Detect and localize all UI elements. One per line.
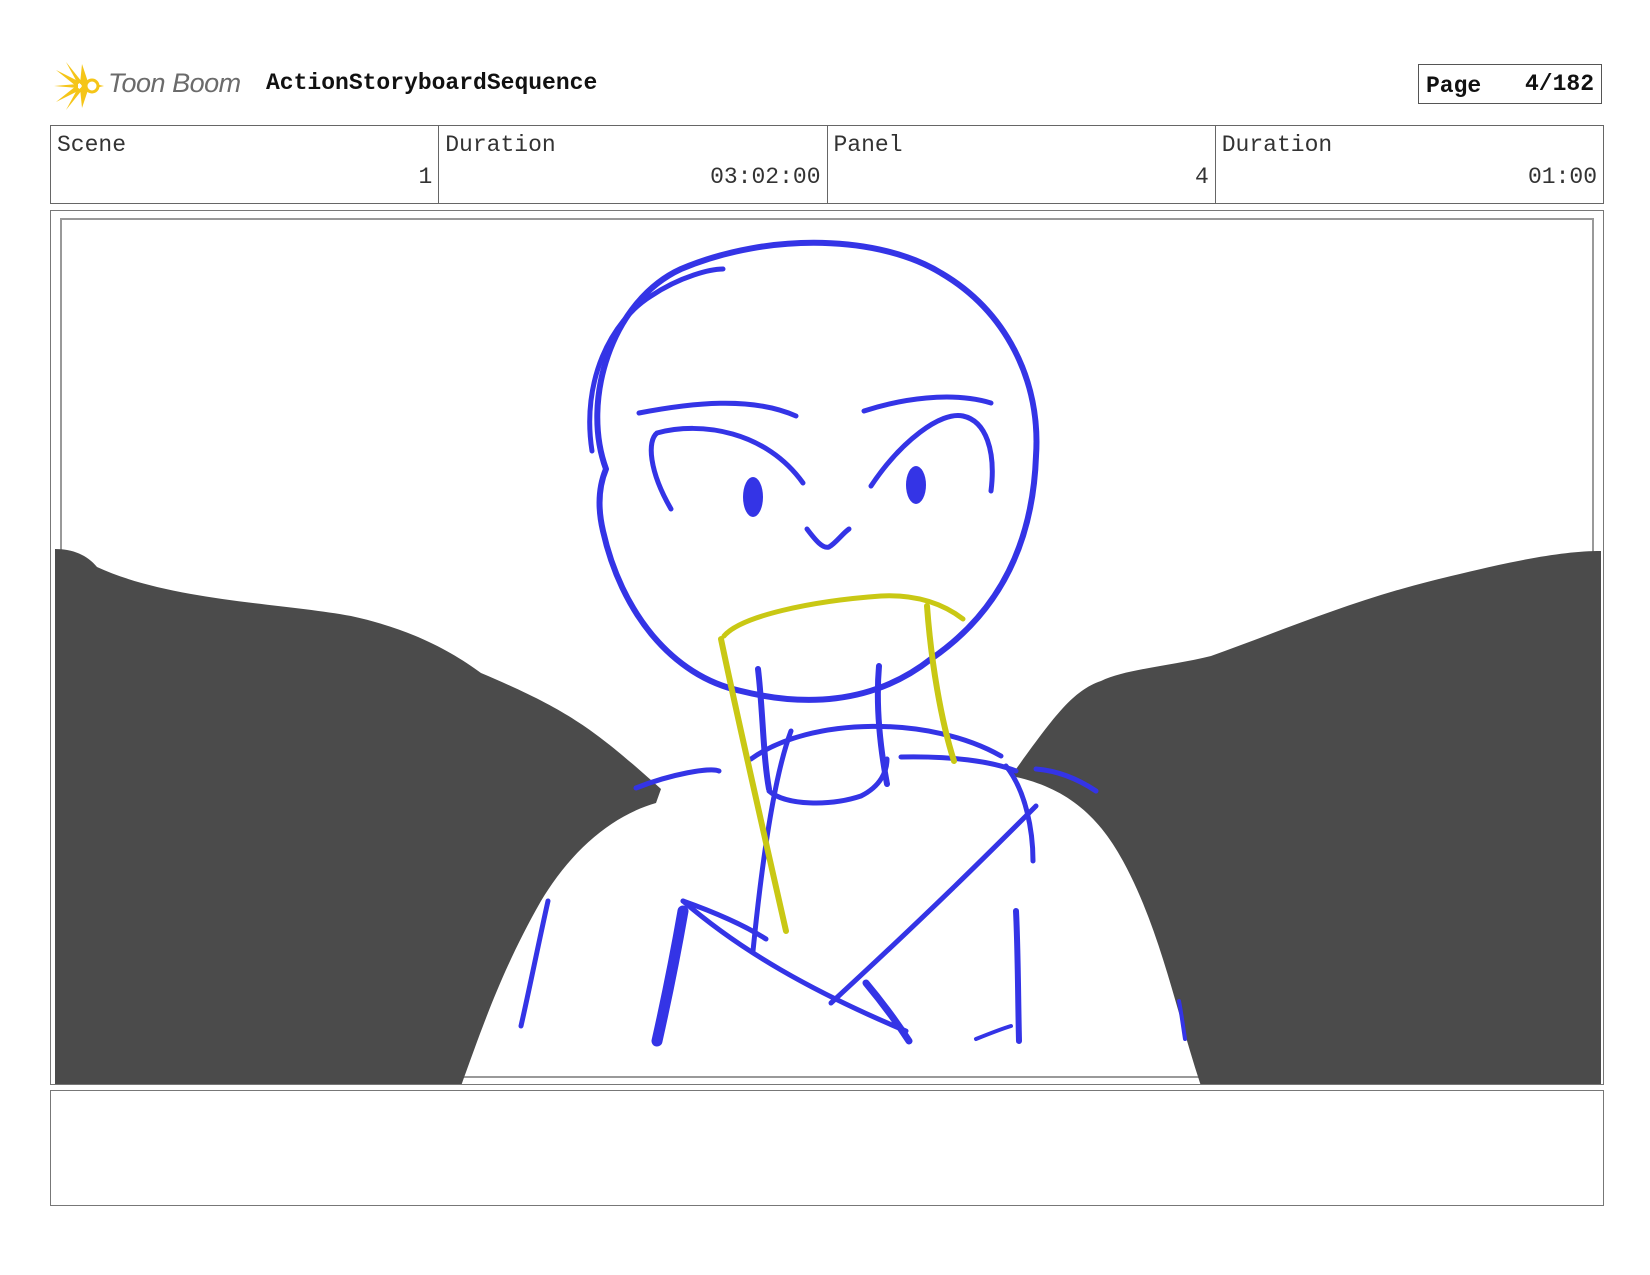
- scene-label: Scene: [57, 132, 127, 158]
- starburst-logo-icon: [54, 62, 104, 110]
- collar-front: [766, 756, 890, 806]
- project-title: ActionStoryboardSequence: [266, 70, 598, 96]
- arm-bold-left: [651, 905, 689, 1047]
- mouth: [804, 526, 852, 550]
- torso-v-right: [862, 979, 913, 1045]
- yellow-sketch-lines: [718, 593, 966, 934]
- right-eye: [906, 466, 926, 504]
- torso-right-hem: [974, 1024, 1013, 1041]
- panel-label: Panel: [833, 132, 903, 158]
- storyboard-panel: [50, 210, 1604, 1085]
- scene-duration-label: Duration: [445, 132, 556, 158]
- left-eye: [743, 477, 763, 517]
- panel-notes-box[interactable]: [50, 1090, 1604, 1206]
- logo-text: Toon Boom: [108, 68, 241, 98]
- panel-duration-label: Duration: [1221, 132, 1333, 158]
- head-outline: [594, 239, 1040, 703]
- torso-diagonal: [828, 803, 1039, 1006]
- scene-duration-value: 03:02:00: [710, 164, 821, 190]
- panel-value: 4: [1194, 164, 1209, 190]
- page-number: 4/182: [1524, 71, 1594, 97]
- left-wing-shape: [55, 549, 661, 1084]
- right-brow: [861, 394, 994, 414]
- panel-sketch: [55, 218, 1601, 1084]
- page-label: Page: [1426, 73, 1482, 99]
- right-shoulder-line: [898, 754, 1019, 774]
- panel-duration-value: 01:00: [1527, 164, 1597, 190]
- scene-cell: Scene 1: [51, 126, 440, 203]
- panel-duration-cell: Duration 01:00: [1216, 126, 1603, 203]
- panel-cell: Panel 4: [828, 126, 1216, 203]
- torso-right-vertical: [1013, 908, 1022, 1044]
- left-eye-lid: [648, 426, 806, 512]
- panel-info-row: Scene 1 Duration 03:02:00 Panel 4 Durati…: [50, 125, 1604, 204]
- left-brow: [636, 400, 799, 419]
- right-eye-lid: [868, 412, 995, 494]
- page-indicator: Page 4/182: [1418, 64, 1602, 104]
- scene-value: 1: [418, 164, 433, 190]
- scene-duration-cell: Duration 03:02:00: [439, 126, 828, 203]
- yellow-right-strand: [924, 603, 957, 764]
- head-extra-stroke: [587, 266, 726, 454]
- toon-boom-logo: Toon Boom: [52, 58, 252, 110]
- right-wing-shape: [1011, 551, 1601, 1084]
- neck-left: [755, 666, 772, 792]
- page-header: Toon Boom ActionStoryboardSequence: [52, 56, 1604, 112]
- blue-sketch-lines: [518, 239, 1187, 1047]
